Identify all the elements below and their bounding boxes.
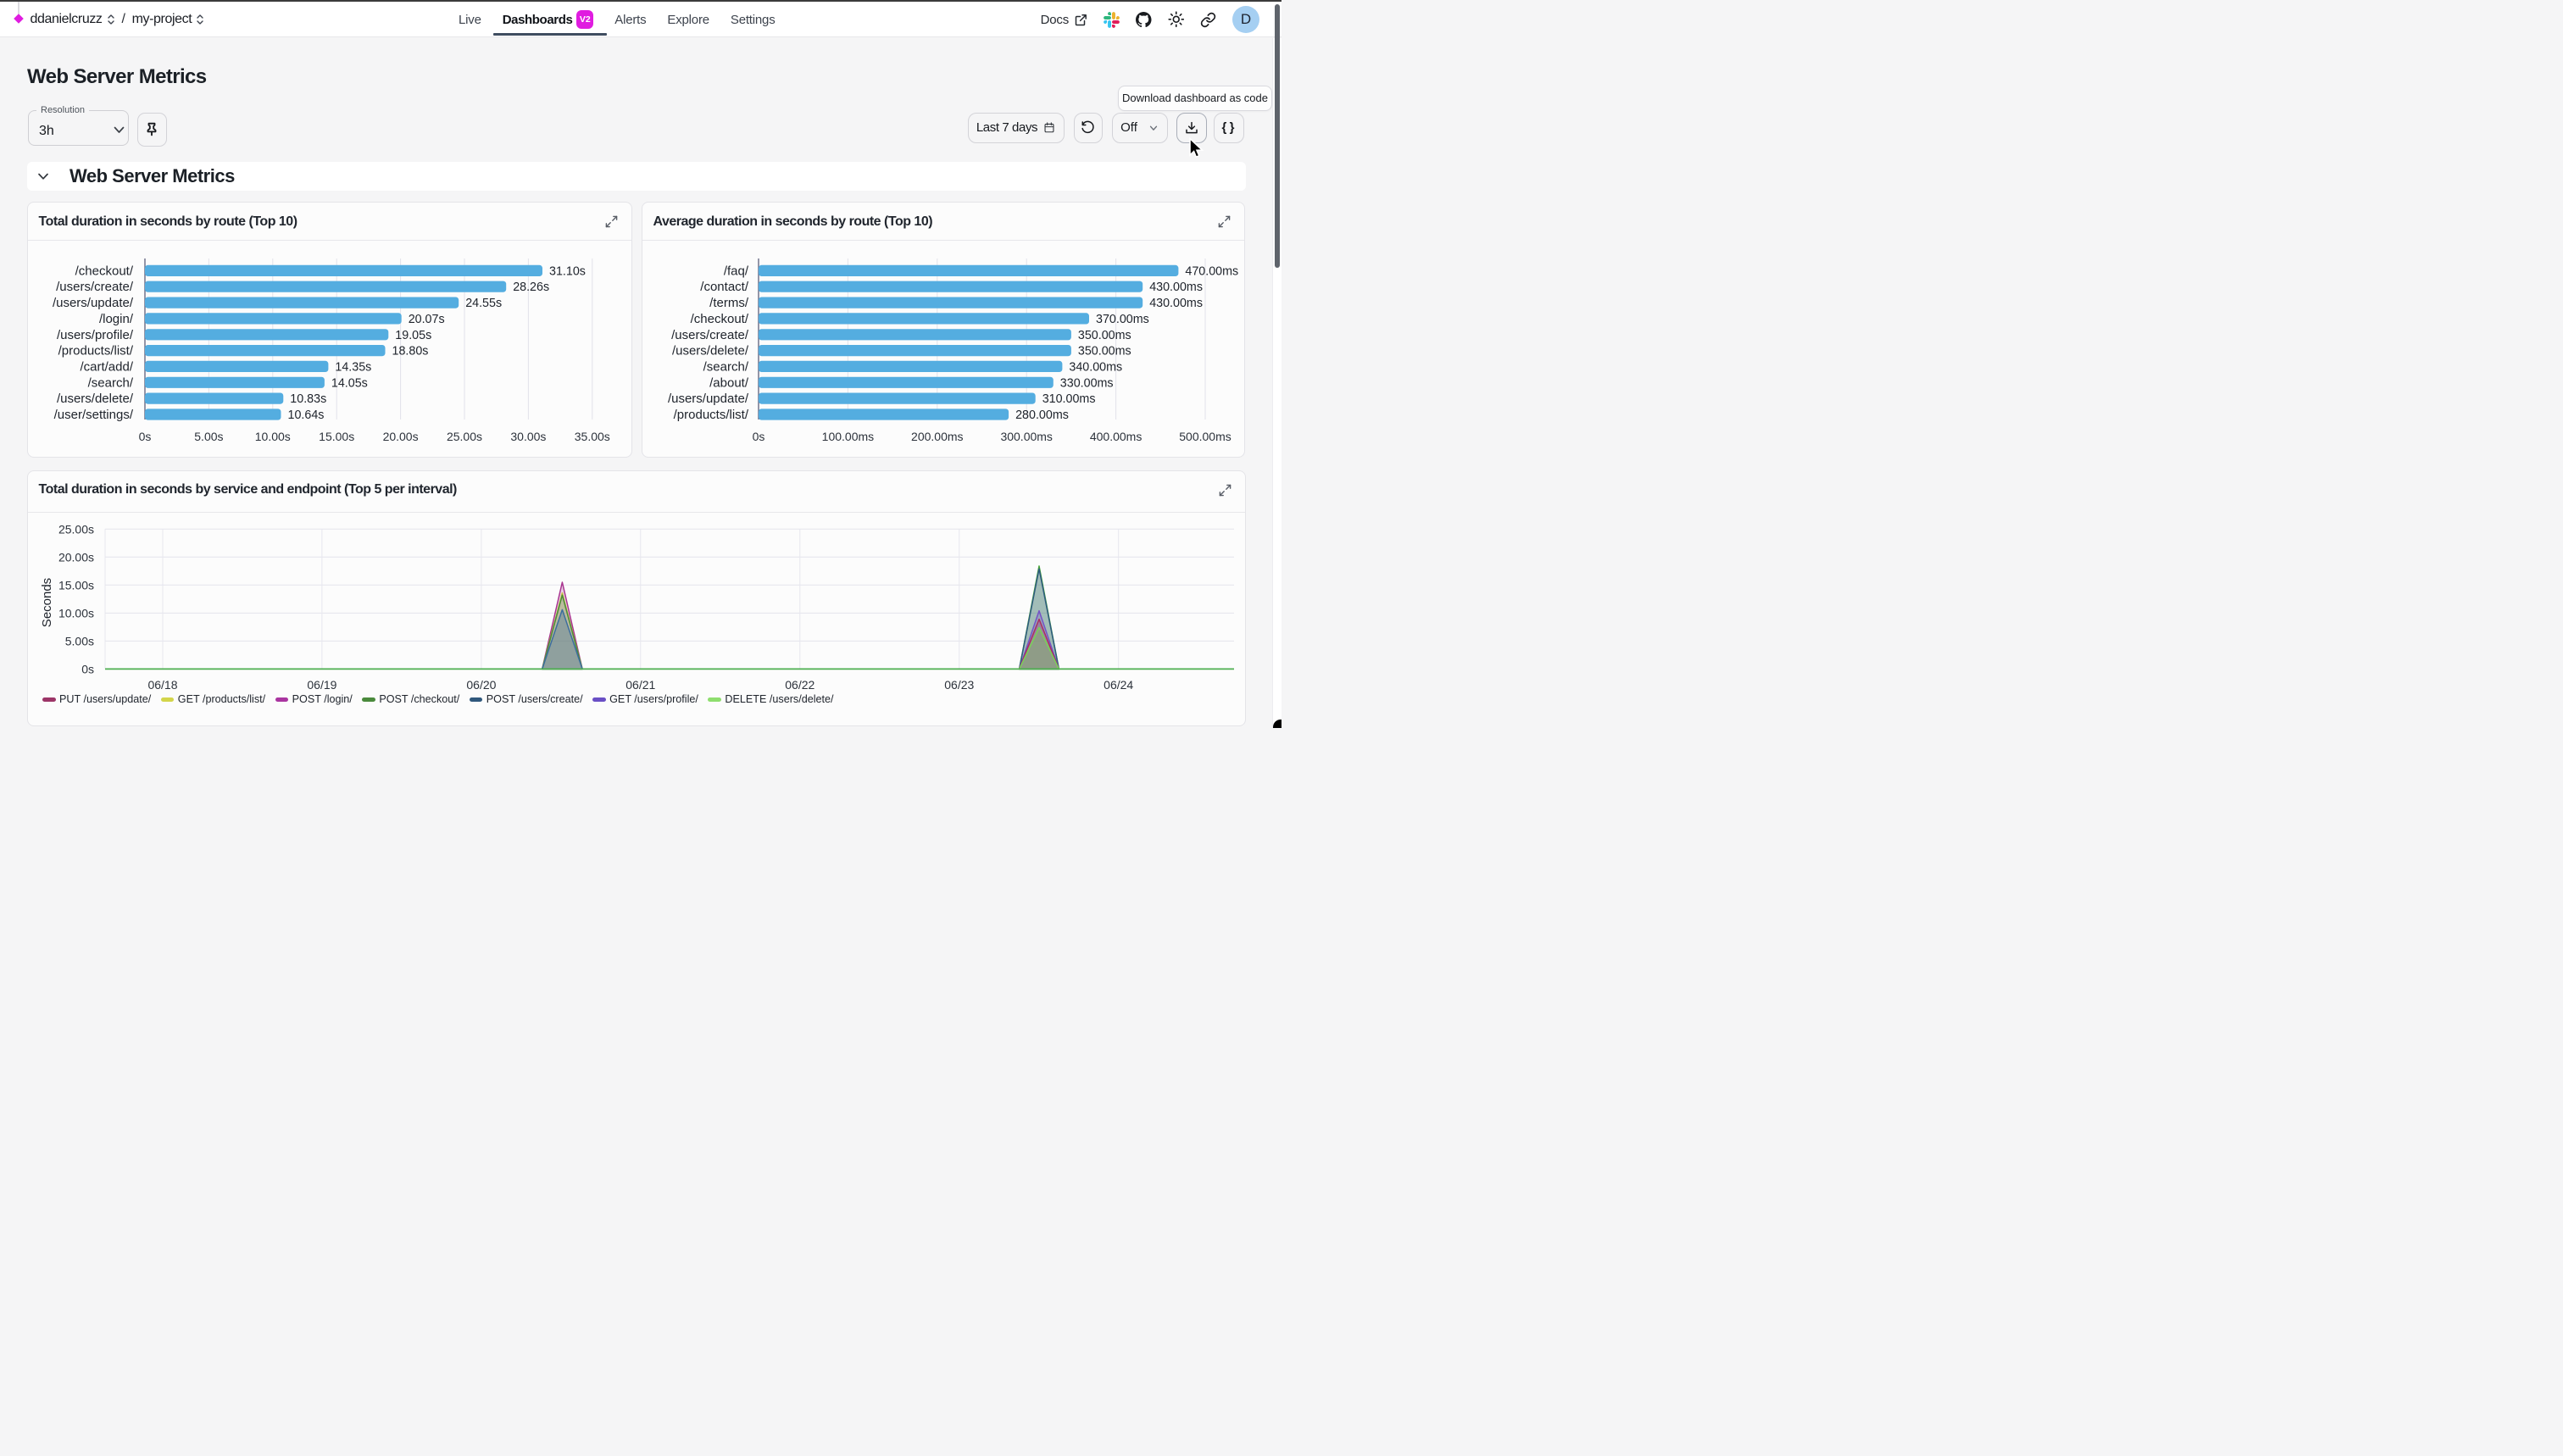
svg-text:500.00ms: 500.00ms bbox=[1179, 430, 1231, 443]
svg-text:/search/: /search/ bbox=[703, 359, 749, 374]
svg-text:10.83s: 10.83s bbox=[290, 392, 326, 406]
svg-text:31.10s: 31.10s bbox=[549, 264, 586, 278]
svg-text:/products/list/: /products/list/ bbox=[58, 344, 134, 358]
svg-text:/terms/: /terms/ bbox=[709, 296, 749, 310]
svg-text:/checkout/: /checkout/ bbox=[75, 264, 134, 278]
svg-text:06/20: 06/20 bbox=[466, 678, 496, 692]
svg-text:Seconds: Seconds bbox=[40, 577, 54, 626]
svg-text:15.00s: 15.00s bbox=[58, 578, 94, 592]
svg-text:/about/: /about/ bbox=[709, 375, 749, 390]
svg-text:200.00ms: 200.00ms bbox=[911, 430, 963, 443]
svg-text:430.00ms: 430.00ms bbox=[1149, 297, 1203, 310]
svg-text:06/21: 06/21 bbox=[625, 678, 655, 692]
svg-text:310.00ms: 310.00ms bbox=[1042, 392, 1096, 406]
svg-text:/users/create/: /users/create/ bbox=[671, 328, 749, 342]
svg-text:/user/settings/: /user/settings/ bbox=[54, 408, 134, 422]
svg-text:300.00ms: 300.00ms bbox=[1000, 430, 1052, 443]
svg-text:5.00s: 5.00s bbox=[65, 634, 94, 647]
svg-text:10.64s: 10.64s bbox=[288, 408, 325, 422]
svg-text:20.07s: 20.07s bbox=[409, 313, 445, 326]
svg-text:10.00s: 10.00s bbox=[255, 430, 291, 443]
svg-text:06/23: 06/23 bbox=[944, 678, 974, 692]
svg-text:0s: 0s bbox=[81, 662, 94, 675]
svg-text:370.00ms: 370.00ms bbox=[1096, 313, 1149, 326]
svg-text:/users/create/: /users/create/ bbox=[56, 280, 134, 294]
svg-text:/users/delete/: /users/delete/ bbox=[672, 344, 749, 358]
svg-text:10.00s: 10.00s bbox=[58, 606, 94, 620]
svg-text:/users/profile/: /users/profile/ bbox=[57, 328, 134, 342]
svg-text:/faq/: /faq/ bbox=[724, 264, 749, 278]
svg-text:/users/update/: /users/update/ bbox=[53, 296, 134, 310]
svg-text:/users/delete/: /users/delete/ bbox=[57, 392, 134, 406]
svg-text:24.55s: 24.55s bbox=[465, 297, 502, 310]
svg-text:430.00ms: 430.00ms bbox=[1149, 281, 1203, 294]
svg-text:35.00s: 35.00s bbox=[575, 430, 610, 443]
svg-text:30.00s: 30.00s bbox=[510, 430, 546, 443]
svg-text:/cart/add/: /cart/add/ bbox=[80, 359, 133, 374]
svg-text:/checkout/: /checkout/ bbox=[691, 312, 749, 326]
svg-text:350.00ms: 350.00ms bbox=[1078, 329, 1131, 342]
svg-text:28.26s: 28.26s bbox=[513, 281, 549, 294]
svg-text:400.00ms: 400.00ms bbox=[1090, 430, 1142, 443]
svg-text:340.00ms: 340.00ms bbox=[1069, 360, 1122, 374]
svg-text:06/19: 06/19 bbox=[307, 678, 336, 692]
svg-text:470.00ms: 470.00ms bbox=[1185, 264, 1238, 278]
svg-text:/users/update/: /users/update/ bbox=[668, 392, 749, 406]
svg-text:25.00s: 25.00s bbox=[58, 522, 94, 536]
svg-text:0s: 0s bbox=[139, 430, 152, 443]
svg-text:18.80s: 18.80s bbox=[392, 345, 429, 358]
svg-text:20.00s: 20.00s bbox=[383, 430, 419, 443]
svg-text:/search/: /search/ bbox=[88, 375, 134, 390]
svg-text:280.00ms: 280.00ms bbox=[1015, 408, 1069, 422]
svg-text:20.00s: 20.00s bbox=[58, 550, 94, 564]
svg-text:14.35s: 14.35s bbox=[335, 360, 371, 374]
svg-text:0s: 0s bbox=[753, 430, 765, 443]
svg-text:14.05s: 14.05s bbox=[331, 376, 368, 390]
svg-text:06/24: 06/24 bbox=[1104, 678, 1133, 692]
svg-text:/contact/: /contact/ bbox=[700, 280, 749, 294]
svg-text:06/18: 06/18 bbox=[147, 678, 177, 692]
svg-text:350.00ms: 350.00ms bbox=[1078, 345, 1131, 358]
svg-text:/products/list/: /products/list/ bbox=[674, 408, 749, 422]
svg-text:19.05s: 19.05s bbox=[395, 329, 431, 342]
svg-text:5.00s: 5.00s bbox=[194, 430, 223, 443]
svg-text:06/22: 06/22 bbox=[785, 678, 814, 692]
svg-text:100.00ms: 100.00ms bbox=[822, 430, 874, 443]
svg-text:15.00s: 15.00s bbox=[319, 430, 354, 443]
svg-text:330.00ms: 330.00ms bbox=[1060, 376, 1114, 390]
svg-text:/login/: /login/ bbox=[99, 312, 134, 326]
svg-text:25.00s: 25.00s bbox=[447, 430, 482, 443]
